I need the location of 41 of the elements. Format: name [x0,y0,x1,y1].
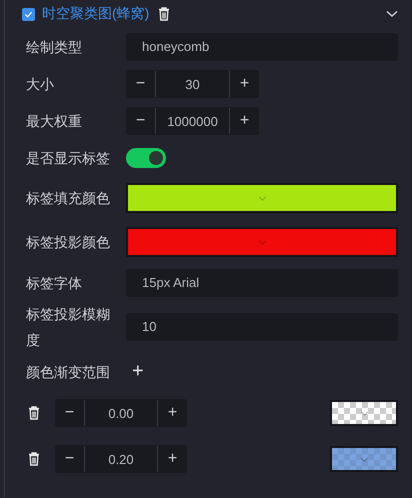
plus-button[interactable]: + [158,399,187,427]
input-field[interactable]: honeycomb [126,32,398,60]
number-input[interactable]: 1000000 [155,108,230,134]
trash-icon[interactable] [158,7,170,21]
minus-button[interactable]: − [126,106,155,134]
section-title: 时空聚类图(蜂窝) [42,5,150,23]
add-button[interactable]: + [128,360,148,383]
minus-button[interactable]: − [55,399,84,427]
check-icon [24,10,33,18]
chevron-icon [258,196,266,200]
chevron-icon[interactable] [386,10,398,18]
input-field[interactable]: 10 [126,313,398,341]
field-label: 是否显示标签 [26,148,111,168]
plus-button[interactable]: + [230,106,259,134]
color-picker[interactable] [330,446,398,472]
input-field[interactable]: 15px Arial [126,268,398,296]
field-label: 最大权重 [26,112,83,130]
number-input[interactable]: 0.20 [84,446,158,472]
chevron-icon [360,410,368,416]
number-input[interactable]: 0.00 [84,400,158,426]
field-label: 大小 [26,74,55,94]
field-label: 标签投影颜色 [26,233,111,252]
field-label: 颜色渐变范围 [26,362,111,382]
field-label: 标签字体 [26,274,83,292]
field-label: 标签填充颜色 [26,189,111,208]
minus-button[interactable]: − [55,445,84,473]
color-picker[interactable] [126,183,398,213]
checkbox[interactable] [22,8,35,20]
chevron-icon [258,240,266,244]
chevron-icon [360,456,368,462]
trash-icon[interactable] [28,406,40,420]
color-picker[interactable] [330,400,398,426]
minus-button[interactable]: − [126,70,155,98]
number-input[interactable]: 30 [155,70,230,96]
plus-button[interactable]: + [230,70,259,98]
field-label: 标签投影模糊度 [26,305,111,350]
field-label: 绘制类型 [26,38,83,56]
color-picker[interactable] [126,227,398,257]
plus-button[interactable]: + [158,445,187,473]
trash-icon[interactable] [28,452,40,466]
toggle-switch[interactable] [126,148,166,168]
